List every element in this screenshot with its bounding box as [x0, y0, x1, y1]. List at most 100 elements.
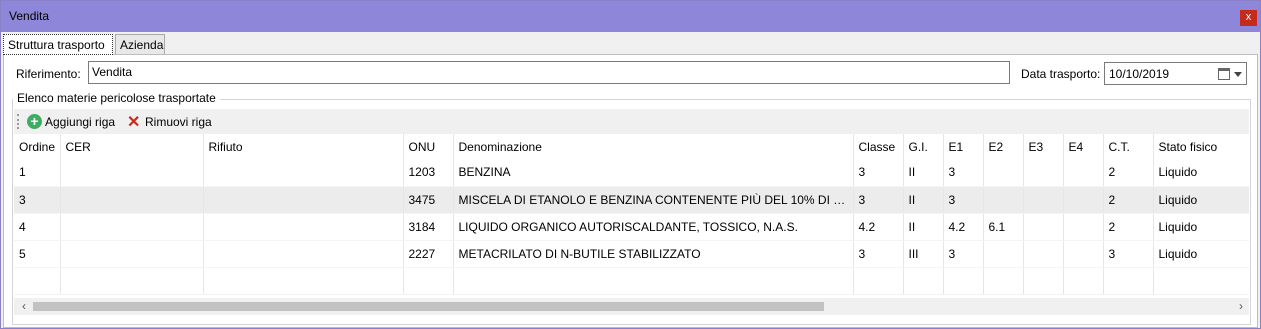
table-cell[interactable]: [983, 159, 1024, 187]
table-cell[interactable]: [1063, 240, 1104, 268]
table-cell[interactable]: 3: [943, 240, 984, 268]
table-cell[interactable]: [1063, 159, 1104, 187]
table-cell[interactable]: [1023, 240, 1064, 268]
table-cell[interactable]: [903, 267, 944, 295]
table-cell[interactable]: [60, 159, 204, 187]
table-cell[interactable]: [1023, 159, 1064, 187]
tab-struttura-trasporto[interactable]: Struttura trasporto: [3, 34, 113, 55]
table-cell[interactable]: 3: [1103, 240, 1154, 268]
table-cell[interactable]: [203, 159, 404, 187]
table-cell[interactable]: 1203: [403, 159, 454, 187]
table-cell[interactable]: 2: [1103, 213, 1154, 241]
remove-row-button[interactable]: ✕ Rimuovi riga: [127, 113, 222, 131]
table-cell[interactable]: 3475: [403, 186, 454, 214]
table-cell[interactable]: Liquido: [1153, 186, 1249, 214]
table-cell[interactable]: 6.1: [983, 213, 1024, 241]
grid-toolbar: + Aggiungi riga ✕ Rimuovi riga: [14, 109, 1249, 134]
table-cell[interactable]: [1063, 213, 1104, 241]
table-cell[interactable]: 2: [1103, 159, 1154, 187]
table-cell[interactable]: [983, 240, 1024, 268]
column-header[interactable]: E4: [1063, 134, 1104, 159]
table-cell[interactable]: [60, 213, 204, 241]
close-button[interactable]: x: [1240, 10, 1257, 26]
table-cell[interactable]: [983, 267, 1024, 295]
table-cell[interactable]: [1103, 267, 1154, 295]
table-cell[interactable]: II: [903, 213, 944, 241]
title-bar[interactable]: Vendita x: [1, 1, 1260, 32]
column-header[interactable]: E2: [983, 134, 1024, 159]
table-cell[interactable]: 3: [853, 240, 904, 268]
table-cell[interactable]: 3: [943, 186, 984, 214]
table-cell[interactable]: [453, 267, 854, 295]
column-header[interactable]: CER: [60, 134, 204, 159]
table-cell[interactable]: 2227: [403, 240, 454, 268]
table-cell[interactable]: [60, 267, 204, 295]
column-header[interactable]: G.I.: [903, 134, 944, 159]
table-cell[interactable]: 1: [14, 159, 61, 187]
scroll-right-icon[interactable]: ›: [1235, 300, 1247, 312]
table-cell[interactable]: [60, 240, 204, 268]
plus-icon: +: [27, 114, 42, 129]
chevron-down-icon[interactable]: [1234, 72, 1242, 77]
scrollbar-thumb[interactable]: [33, 302, 824, 311]
table-cell[interactable]: 3: [853, 186, 904, 214]
table-cell[interactable]: 3: [14, 186, 61, 214]
table-cell[interactable]: [203, 186, 404, 214]
table-cell[interactable]: II: [903, 186, 944, 214]
tab-azienda[interactable]: Azienda: [115, 34, 165, 54]
table-cell[interactable]: 5: [14, 240, 61, 268]
column-header[interactable]: ONU: [403, 134, 454, 159]
table-cell[interactable]: [403, 267, 454, 295]
scroll-left-icon[interactable]: ‹: [18, 300, 30, 312]
window-title: Vendita: [9, 9, 50, 23]
data-trasporto-picker[interactable]: 10/10/2019: [1104, 62, 1247, 85]
table-cell[interactable]: 4: [14, 213, 61, 241]
table-cell[interactable]: [1023, 267, 1064, 295]
add-row-button[interactable]: + Aggiungi riga: [27, 113, 122, 131]
table-cell[interactable]: Liquido: [1153, 213, 1249, 241]
table-cell[interactable]: 3: [853, 159, 904, 187]
table-cell[interactable]: [1023, 213, 1064, 241]
table-row[interactable]: 3 3475 MISCELA DI ETANOLO E BENZINA CONT…: [14, 186, 1249, 214]
table-row[interactable]: 5 2227 METACRILATO DI N-BUTILE STABILIZZ…: [14, 240, 1249, 268]
table-cell[interactable]: 3184: [403, 213, 454, 241]
column-header[interactable]: E1: [943, 134, 984, 159]
table-cell[interactable]: [14, 267, 61, 295]
table-cell[interactable]: 2: [1103, 186, 1154, 214]
table-row[interactable]: [14, 267, 1249, 295]
table-cell[interactable]: [203, 213, 404, 241]
calendar-icon[interactable]: [1218, 68, 1230, 80]
table-cell[interactable]: II: [903, 159, 944, 187]
table-cell[interactable]: [943, 267, 984, 295]
table-cell[interactable]: Liquido: [1153, 240, 1249, 268]
table-cell[interactable]: [1063, 267, 1104, 295]
table-cell[interactable]: [203, 240, 404, 268]
table-cell[interactable]: [1153, 267, 1249, 295]
column-header[interactable]: Ordine: [14, 134, 61, 159]
table-cell[interactable]: METACRILATO DI N-BUTILE STABILIZZATO: [453, 240, 854, 268]
column-header[interactable]: Stato fisico: [1153, 134, 1249, 159]
table-cell[interactable]: 3: [943, 159, 984, 187]
table-cell[interactable]: [203, 267, 404, 295]
table-cell[interactable]: LIQUIDO ORGANICO AUTORISCALDANTE, TOSSIC…: [453, 213, 854, 241]
table-cell[interactable]: [1063, 186, 1104, 214]
table-cell[interactable]: BENZINA: [453, 159, 854, 187]
table-cell[interactable]: [853, 267, 904, 295]
table-row[interactable]: 4 3184 LIQUIDO ORGANICO AUTORISCALDANTE,…: [14, 213, 1249, 241]
column-header[interactable]: Rifiuto: [203, 134, 404, 159]
table-cell[interactable]: MISCELA DI ETANOLO E BENZINA CONTENENTE …: [453, 186, 854, 214]
riferimento-input[interactable]: Vendita: [88, 61, 1010, 84]
table-cell[interactable]: Liquido: [1153, 159, 1249, 187]
column-header[interactable]: Denominazione: [453, 134, 854, 159]
column-header[interactable]: C.T.: [1103, 134, 1154, 159]
table-cell[interactable]: 4.2: [853, 213, 904, 241]
column-header[interactable]: E3: [1023, 134, 1064, 159]
table-cell[interactable]: [983, 186, 1024, 214]
table-row[interactable]: 1 1203 BENZINA 3 II 3 2 Liquido: [14, 159, 1249, 187]
horizontal-scrollbar[interactable]: ‹ ›: [14, 298, 1249, 315]
column-header[interactable]: Classe: [853, 134, 904, 159]
table-cell[interactable]: [1023, 186, 1064, 214]
table-cell[interactable]: 4.2: [943, 213, 984, 241]
table-cell[interactable]: [60, 186, 204, 214]
table-cell[interactable]: III: [903, 240, 944, 268]
